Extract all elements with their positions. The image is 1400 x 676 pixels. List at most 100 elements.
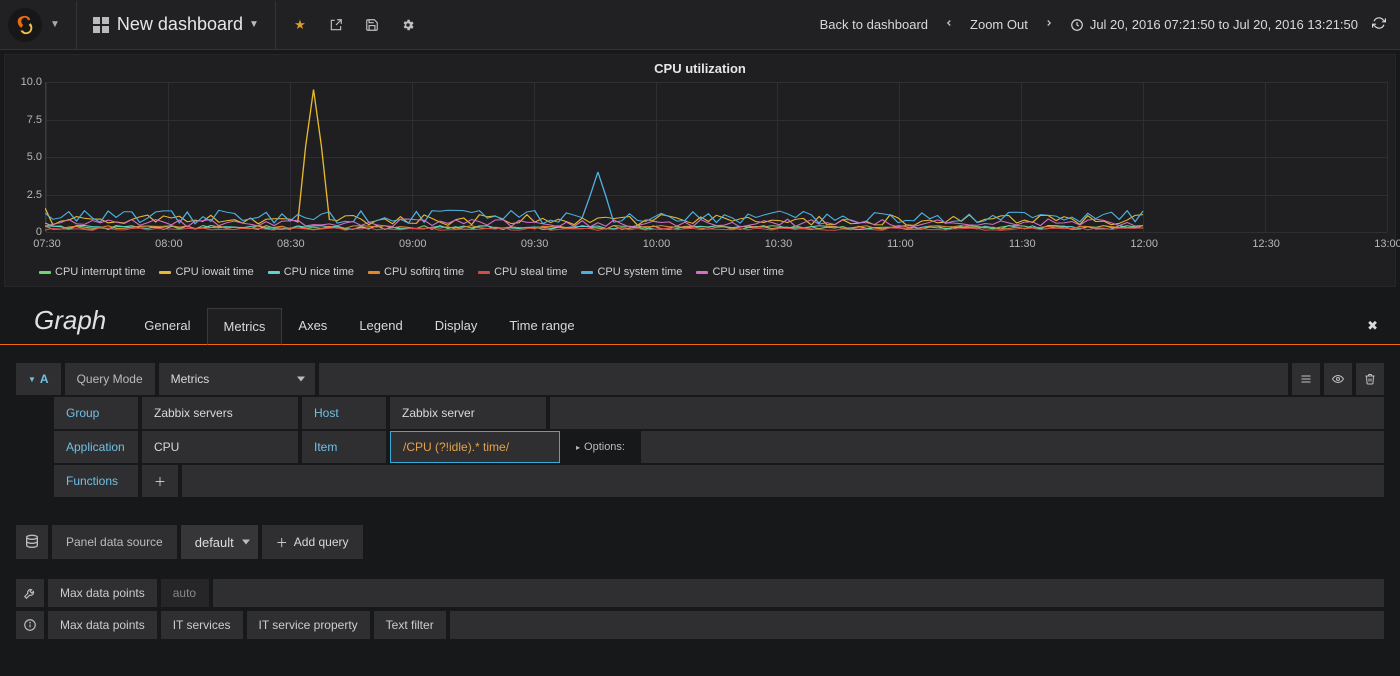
y-axis-tick: 10.0 xyxy=(14,76,42,88)
tab-metrics[interactable]: Metrics xyxy=(207,308,283,345)
zoom-out-button[interactable]: Zoom Out xyxy=(970,17,1028,32)
x-axis-tick: 12:30 xyxy=(1252,238,1280,250)
graph-panel: CPU utilization 02.55.07.510.007:3008:00… xyxy=(4,54,1396,287)
legend-item[interactable]: CPU steal time xyxy=(478,266,567,278)
item-label: Item xyxy=(302,431,386,463)
tab-general[interactable]: General xyxy=(128,308,206,344)
item-input[interactable]: /CPU (?!idle).* time/ xyxy=(390,431,560,463)
time-range-picker[interactable]: Jul 20, 2016 07:21:50 to Jul 20, 2016 13… xyxy=(1070,17,1358,32)
time-forward-button[interactable] xyxy=(1036,17,1062,32)
wrench-icon xyxy=(16,579,44,607)
query-editor: ▼ A Query Mode Metrics Group Zabbix se xyxy=(0,345,1400,507)
legend-item[interactable]: CPU system time xyxy=(581,266,682,278)
dashboard-grid-icon xyxy=(93,17,109,33)
query-menu-button[interactable] xyxy=(1292,363,1320,395)
info-icon[interactable] xyxy=(16,611,44,639)
legend-color-swatch xyxy=(478,271,490,274)
editor-close-button[interactable]: ✖ xyxy=(1357,308,1388,344)
add-query-button[interactable]: ＋Add query xyxy=(262,525,363,559)
x-axis-tick: 12:00 xyxy=(1130,238,1158,250)
chart-legend: CPU interrupt time CPU iowait time CPU nic… xyxy=(7,262,1393,282)
x-axis-tick: 07:30 xyxy=(33,238,61,250)
panel-title[interactable]: CPU utilization xyxy=(7,55,1393,82)
legend-color-swatch xyxy=(39,271,51,274)
application-input[interactable]: CPU xyxy=(142,431,298,463)
legend-item[interactable]: CPU iowait time xyxy=(159,266,253,278)
legend-color-swatch xyxy=(368,271,380,274)
y-axis-tick: 2.5 xyxy=(14,189,42,201)
row-spacer xyxy=(213,579,1384,607)
save-button[interactable] xyxy=(354,8,390,42)
group-label: Group xyxy=(54,397,138,429)
caret-down-icon: ▼ xyxy=(28,375,36,384)
row-spacer xyxy=(550,397,1384,429)
dashboard-picker[interactable]: New dashboard ▼ xyxy=(83,8,269,42)
max-data-points-label-2: Max data points xyxy=(48,611,157,639)
dashboard-caret-icon: ▼ xyxy=(249,19,259,30)
legend-item[interactable]: CPU nice time xyxy=(268,266,354,278)
x-axis-tick: 09:30 xyxy=(521,238,549,250)
tab-time-range[interactable]: Time range xyxy=(493,308,590,344)
y-axis-tick: 7.5 xyxy=(14,114,42,126)
panel-datasource-select[interactable]: default xyxy=(181,525,258,559)
share-button[interactable] xyxy=(318,8,354,42)
tab-axes[interactable]: Axes xyxy=(282,308,343,344)
legend-item[interactable]: CPU interrupt time xyxy=(39,266,145,278)
legend-color-swatch xyxy=(159,271,171,274)
tab-legend[interactable]: Legend xyxy=(343,308,418,344)
legend-label: CPU steal time xyxy=(494,266,567,278)
row-spacer xyxy=(641,431,1384,463)
group-input[interactable]: Zabbix servers xyxy=(142,397,298,429)
host-input[interactable]: Zabbix server xyxy=(390,397,546,429)
text-filter-cell[interactable]: Text filter xyxy=(374,611,446,639)
legend-label: CPU nice time xyxy=(284,266,354,278)
row-spacer xyxy=(450,611,1384,639)
it-services-cell[interactable]: IT services xyxy=(161,611,243,639)
editor-tabs: Graph GeneralMetricsAxesLegendDisplayTim… xyxy=(0,305,1400,345)
plus-icon: ＋ xyxy=(276,534,288,551)
x-axis-tick: 11:30 xyxy=(1009,238,1036,250)
series-line xyxy=(45,90,1143,226)
grafana-logo-icon[interactable] xyxy=(8,8,42,42)
legend-color-swatch xyxy=(268,271,280,274)
panel-datasource-row: Panel data source default ＋Add query xyxy=(0,507,1400,569)
dashboard-title: New dashboard xyxy=(117,14,243,35)
refresh-button[interactable] xyxy=(1366,16,1392,33)
editor-type-title: Graph xyxy=(12,305,128,344)
it-service-property-cell[interactable]: IT service property xyxy=(247,611,370,639)
legend-label: CPU system time xyxy=(597,266,682,278)
caret-right-icon: ▸ xyxy=(576,443,580,452)
query-row-spacer xyxy=(319,363,1288,395)
back-to-dashboard-link[interactable]: Back to dashboard xyxy=(820,17,928,32)
legend-label: CPU interrupt time xyxy=(55,266,145,278)
legend-color-swatch xyxy=(696,271,708,274)
legend-item[interactable]: CPU user time xyxy=(696,266,784,278)
logo-dropdown-caret-icon[interactable]: ▼ xyxy=(50,19,60,30)
datasource-icon xyxy=(16,525,48,559)
x-axis-tick: 13:00 xyxy=(1374,238,1400,250)
query-mode-select[interactable]: Metrics xyxy=(159,363,315,395)
query-toggle-visibility-button[interactable] xyxy=(1324,363,1352,395)
add-function-button[interactable]: ＋ xyxy=(142,465,178,497)
y-axis-tick: 5.0 xyxy=(14,151,42,163)
chart-area[interactable]: 02.55.07.510.007:3008:0008:3009:0009:301… xyxy=(7,82,1393,262)
time-back-button[interactable] xyxy=(936,17,962,32)
application-label: Application xyxy=(54,431,138,463)
host-label: Host xyxy=(302,397,386,429)
query-delete-button[interactable] xyxy=(1356,363,1384,395)
settings-button[interactable] xyxy=(390,8,426,42)
max-data-points-input[interactable]: auto xyxy=(161,579,209,607)
legend-item[interactable]: CPU softirq time xyxy=(368,266,464,278)
star-button[interactable]: ★ xyxy=(282,8,318,42)
time-range-text: Jul 20, 2016 07:21:50 to Jul 20, 2016 13… xyxy=(1090,17,1358,32)
panel-datasource-label: Panel data source xyxy=(52,525,177,559)
tab-display[interactable]: Display xyxy=(419,308,494,344)
x-axis-tick: 08:00 xyxy=(155,238,183,250)
topbar: ▼ New dashboard ▼ ★ Back to dashboard Zo… xyxy=(0,0,1400,50)
legend-label: CPU iowait time xyxy=(175,266,253,278)
legend-label: CPU softirq time xyxy=(384,266,464,278)
legend-label: CPU user time xyxy=(712,266,784,278)
options-toggle[interactable]: ▸Options: xyxy=(564,431,637,463)
functions-label: Functions xyxy=(54,465,138,497)
query-letter-toggle[interactable]: ▼ A xyxy=(16,363,61,395)
